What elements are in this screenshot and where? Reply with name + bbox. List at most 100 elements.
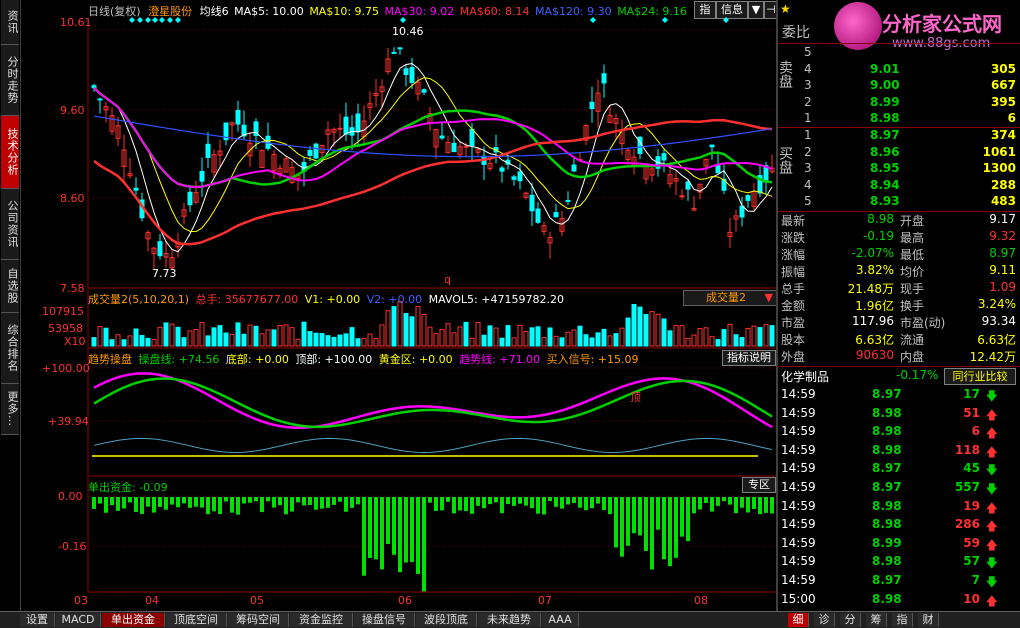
- panel-tab[interactable]: 细: [788, 613, 809, 627]
- volume-bar: [385, 310, 391, 347]
- buy-order-row[interactable]: 5 8.93 483: [778, 194, 1020, 211]
- bottom-tab[interactable]: 未来趋势: [478, 613, 541, 627]
- buy-order-row[interactable]: 4 8.94 288: [778, 178, 1020, 195]
- tab-intraday[interactable]: 分时走势: [1, 45, 19, 116]
- tab-watchlist[interactable]: 自选股: [1, 260, 19, 313]
- bottom-tab[interactable]: MACD: [56, 613, 101, 627]
- volume-bar: [715, 339, 721, 347]
- candle-body: [205, 143, 211, 158]
- panel-tab[interactable]: 筹: [866, 613, 887, 627]
- bottom-tab[interactable]: 单出资金: [102, 613, 165, 627]
- sell-order-row[interactable]: 4 9.01 305: [778, 62, 1020, 79]
- stat-row[interactable]: 总手 21.48万 现手 1.09: [778, 280, 1020, 297]
- tick-row[interactable]: 14:59 8.97 557 🡇: [778, 480, 1020, 497]
- sell-order-row[interactable]: 2 8.99 395: [778, 95, 1020, 112]
- volume-bar: [517, 324, 523, 347]
- flow-bar: [590, 497, 594, 509]
- stat-row[interactable]: 涨幅 -2.07% 最低 8.97: [778, 246, 1020, 263]
- tick-row[interactable]: 14:59 8.98 286 🡅: [778, 517, 1020, 534]
- volume-bar: [523, 331, 529, 347]
- volume-bar: [547, 327, 553, 347]
- candle-body: [469, 128, 475, 147]
- panel-tab[interactable]: 诊: [814, 613, 835, 627]
- tick-row[interactable]: 14:59 8.98 6 🡅: [778, 424, 1020, 441]
- trend-trend-value: 趋势线: +71.00: [459, 353, 541, 366]
- volume-bar: [583, 334, 589, 347]
- tick-volume: 59: [963, 535, 980, 550]
- bottom-tab[interactable]: 波段顶底: [416, 613, 477, 627]
- flow-bar: [332, 497, 336, 505]
- compare-industry-button[interactable]: 同行业比较: [944, 368, 1016, 385]
- chart-area[interactable]: 日线(复权) 澄星股份 均线6 MA$5: 10.00 MA$10: 9.75 …: [20, 0, 778, 612]
- tick-volume: 286: [954, 517, 980, 532]
- flow-bar: [470, 497, 474, 514]
- stat-row[interactable]: 振幅 3.82% 均价 9.11: [778, 263, 1020, 280]
- volume-bar: [691, 334, 697, 347]
- tick-row[interactable]: 14:59 8.97 45 🡇: [778, 461, 1020, 478]
- stat-row[interactable]: 股本 6.63亿 流通 6.63亿: [778, 331, 1020, 348]
- stat-value: 117.96: [852, 314, 894, 328]
- trend-gold-value: 黄金区: +0.00: [378, 353, 453, 366]
- flow-bar: [512, 497, 516, 506]
- flow-bar: [668, 497, 672, 567]
- tick-row[interactable]: 14:59 8.98 51 🡅: [778, 406, 1020, 423]
- buy-order-row[interactable]: 2 8.96 1061: [778, 145, 1020, 162]
- stat-row[interactable]: 市盈 117.96 市盈(动) 93.34: [778, 314, 1020, 331]
- tick-row[interactable]: 14:59 8.98 19 🡅: [778, 499, 1020, 516]
- volume-bar: [577, 325, 583, 347]
- sell-order-row[interactable]: 1 8.98 6: [778, 111, 1020, 128]
- sell-order-row[interactable]: 5: [778, 45, 1020, 62]
- panel-splitter[interactable]: [776, 0, 778, 612]
- bottom-tab[interactable]: 设置: [20, 613, 55, 627]
- flow-bar: [338, 497, 342, 502]
- tab-news[interactable]: 资讯: [1, 0, 19, 45]
- tab-more[interactable]: 更多…: [1, 384, 19, 435]
- flow-bar: [428, 497, 432, 503]
- bottom-tab[interactable]: 资金监控: [290, 613, 353, 627]
- stat-row[interactable]: 涨跌 -0.19 最高 9.32: [778, 229, 1020, 246]
- bottom-tab[interactable]: 操盘信号: [354, 613, 415, 627]
- volume-bar: [157, 326, 163, 347]
- flow-bar: [128, 497, 132, 503]
- flow-title: 单出资金: -0.09: [88, 481, 168, 494]
- tick-row[interactable]: 14:59 8.97 17 🡇: [778, 387, 1020, 404]
- panel-tab[interactable]: 财: [918, 613, 939, 627]
- tab-ranking[interactable]: 综合排名: [1, 313, 19, 384]
- panel-tab[interactable]: 分: [840, 613, 861, 627]
- signal-diamond-icon: [590, 17, 596, 23]
- bottom-tab[interactable]: AAA: [542, 613, 579, 627]
- tick-row[interactable]: 14:59 8.98 57 🡇: [778, 554, 1020, 571]
- stat-row[interactable]: 最新 8.98 开盘 9.17: [778, 212, 1020, 229]
- stat-row[interactable]: 外盘 90630 内盘 12.42万: [778, 348, 1020, 365]
- bottom-tab[interactable]: 筹码空间: [228, 613, 289, 627]
- stat-label: 最高: [900, 231, 925, 245]
- buy-order-row[interactable]: 1 8.97 374: [778, 128, 1020, 145]
- indicator-help-button[interactable]: 指标说明: [722, 350, 776, 366]
- tab-company[interactable]: 公司资讯: [1, 189, 19, 260]
- volume-selector-label: 成交量2: [706, 291, 746, 304]
- zone-button[interactable]: 专区: [742, 477, 776, 493]
- volume-bar: [739, 336, 745, 347]
- volume-bar: [199, 322, 205, 347]
- volume: 395: [990, 94, 1016, 109]
- tick-row[interactable]: 14:59 8.97 7 🡇: [778, 573, 1020, 590]
- stat-row[interactable]: 金额 1.96亿 换手 3.24%: [778, 297, 1020, 314]
- volume-bar: [643, 313, 649, 347]
- volume-selector[interactable]: 成交量2 ▼: [683, 290, 777, 306]
- stat-value: 8.98: [867, 212, 894, 226]
- flow-bar: [314, 497, 318, 510]
- volume-bar: [313, 332, 319, 347]
- panel-tab[interactable]: 指: [892, 613, 913, 627]
- tick-row[interactable]: 14:59 8.98 118 🡅: [778, 443, 1020, 460]
- flow-bar: [464, 497, 468, 512]
- price: 8.93: [870, 194, 900, 208]
- sell-order-row[interactable]: 3 9.00 667: [778, 78, 1020, 95]
- tick-time: 14:59: [781, 535, 816, 550]
- bottom-tab[interactable]: 顶底空间: [166, 613, 227, 627]
- tick-row[interactable]: 14:59 8.99 59 🡅: [778, 536, 1020, 553]
- tick-time: 14:59: [781, 517, 816, 532]
- tick-row[interactable]: 15:00 8.98 10 🡅: [778, 592, 1020, 609]
- tab-technical[interactable]: 技术分析: [1, 116, 19, 189]
- volume-bar: [637, 306, 643, 347]
- buy-order-row[interactable]: 3 8.95 1300: [778, 161, 1020, 178]
